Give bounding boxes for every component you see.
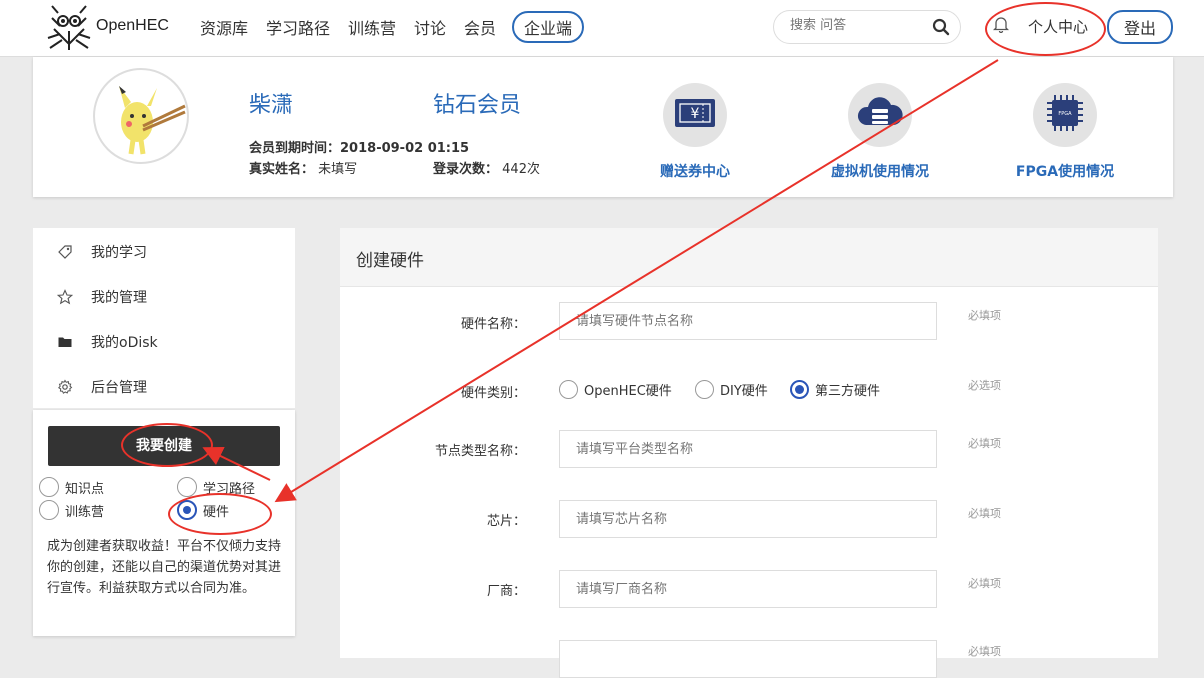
node-type-input[interactable] [559,430,937,468]
create-button[interactable]: 我要创建 [48,426,280,466]
create-hardware-form: 创建硬件 硬件名称： 必填项 硬件类别： OpenHEC硬件 DIY硬件 第三方… [340,228,1158,678]
sidebar-menu: 我的学习 我的管理 我的oDisk 后台管理 [33,228,295,408]
category-option-openhec[interactable]: OpenHEC硬件 [559,380,672,399]
tile-label: FPGA使用情况 [1015,164,1115,180]
required-hint: 必填项 [968,577,1001,590]
required-hint: 必填项 [968,437,1001,450]
realname-label: 真实姓名： [249,162,315,177]
real-name: 真实姓名： 未填写 [249,158,357,177]
enterprise-button[interactable]: 企业端 [512,11,585,43]
category-option-diy[interactable]: DIY硬件 [695,380,768,399]
tile-label: 赠送券中心 [660,164,730,180]
svg-text:¥: ¥ [691,106,700,122]
sidebar-item-label: 我的管理 [91,290,147,306]
membership-level: 钻石会员 [433,93,522,118]
bell-icon[interactable] [992,15,1010,37]
create-panel: 我要创建 知识点 学习路径 训练营 硬件 成为创建者获取收益！平台不仅倾力支持你… [33,410,295,636]
brand-name[interactable]: OpenHEC [96,17,169,35]
login-value: 442次 [502,162,540,177]
expiry-label: 会员到期时间： [249,141,341,156]
voucher-icon: ¥ [673,95,717,135]
gear-icon [57,379,73,395]
chip-input[interactable] [559,500,937,538]
nav-item-membership[interactable]: 会员 [464,15,496,39]
radio-button[interactable] [559,380,578,399]
chip-text: FPGA [1058,111,1072,117]
search-icon[interactable] [932,18,950,40]
create-option-training-camp[interactable]: 训练营 [39,500,104,520]
form-header: 创建硬件 [340,228,1158,287]
login-label: 登录次数： [433,162,499,177]
create-option-learning-path[interactable]: 学习路径 [177,477,255,497]
form-title: 创建硬件 [356,251,424,271]
option-label: 知识点 [65,481,105,497]
required-hint: 必填项 [968,645,1001,658]
sidebar-item-my-management[interactable]: 我的管理 [57,287,147,307]
vendor-label: 厂商： [486,584,526,599]
tile-fpga-usage[interactable]: FPGA FPGA使用情况 [990,83,1140,181]
openhec-logo-icon[interactable] [46,4,92,52]
option-label: DIY硬件 [720,384,768,399]
folder-icon [57,334,73,350]
radio-button-selected[interactable] [177,500,197,520]
expiry-value: 2018-09-02 01:15 [340,141,470,156]
nav-item-learning-path[interactable]: 学习路径 [266,15,330,39]
radio-button[interactable] [39,477,59,497]
option-label: 训练营 [65,504,105,520]
profile-card: 柴潇 钻石会员 会员到期时间：2018-09-02 01:15 真实姓名： 未填… [33,57,1173,197]
hardware-name-label: 硬件名称： [460,317,526,332]
hardware-category-label: 硬件类别： [460,386,526,401]
tile-label: 虚拟机使用情况 [831,164,929,180]
nav-item-training-camp[interactable]: 训练营 [348,15,396,39]
radio-button-selected[interactable] [790,380,809,399]
next-field-input[interactable] [559,640,937,678]
tile-voucher-center[interactable]: ¥ 赠送券中心 [620,83,770,181]
hardware-name-input[interactable] [559,302,937,340]
username: 柴潇 [249,93,294,118]
create-option-knowledge-point[interactable]: 知识点 [39,477,104,497]
login-count: 登录次数： 442次 [433,158,540,177]
create-option-hardware[interactable]: 硬件 [177,500,229,520]
sidebar-item-admin[interactable]: 后台管理 [57,377,147,397]
nav-item-discussion[interactable]: 讨论 [414,15,446,39]
search-input[interactable] [788,17,922,34]
tag-icon [57,244,73,260]
radio-button[interactable] [695,380,714,399]
cloud-server-icon [856,95,904,135]
star-icon [57,289,73,305]
nav-item-resources[interactable]: 资源库 [200,15,248,39]
sidebar-item-label: 后台管理 [91,380,147,396]
avatar[interactable] [93,68,189,164]
sidebar-item-label: 我的学习 [91,245,147,261]
sidebar-item-my-odisk[interactable]: 我的oDisk [57,332,158,352]
logout-button[interactable]: 登出 [1107,10,1174,44]
required-hint: 必填项 [968,507,1001,520]
realname-value: 未填写 [318,162,358,177]
sidebar-item-label: 我的oDisk [91,335,158,351]
node-type-label: 节点类型名称： [434,444,526,459]
category-option-third-party[interactable]: 第三方硬件 [790,380,880,399]
required-select-hint: 必选项 [968,379,1001,392]
option-label: 硬件 [203,504,230,520]
radio-button[interactable] [39,500,59,520]
search-box [773,10,961,44]
option-label: 学习路径 [203,481,256,497]
option-label: OpenHEC硬件 [584,384,672,399]
required-hint: 必填项 [968,309,1001,322]
option-label: 第三方硬件 [815,384,881,399]
tile-vm-usage[interactable]: 虚拟机使用情况 [805,83,955,181]
top-navigation-bar: OpenHEC 资源库 学习路径 训练营 讨论 会员 企业端 个人中心 登出 [0,0,1204,57]
chip-label: 芯片： [486,514,526,529]
sidebar-item-my-learning[interactable]: 我的学习 [57,242,147,262]
vendor-input[interactable] [559,570,937,608]
personal-center-link[interactable]: 个人中心 [1028,16,1088,37]
radio-button[interactable] [177,477,197,497]
membership-expiry: 会员到期时间：2018-09-02 01:15 [249,137,469,156]
fpga-chip-icon: FPGA [1043,91,1087,139]
create-description: 成为创建者获取收益！平台不仅倾力支持你的创建，还能以自己的渠道优势对其进行宣传。… [47,539,282,596]
